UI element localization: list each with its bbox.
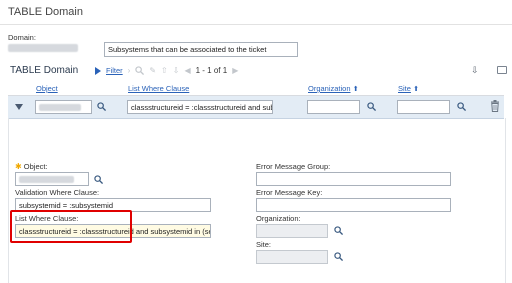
site-label: Site: bbox=[256, 240, 272, 249]
column-header-list-where[interactable]: List Where Clause bbox=[128, 84, 189, 93]
maximize-icon[interactable] bbox=[497, 66, 507, 74]
lookup-icon[interactable] bbox=[94, 175, 103, 184]
error-message-key-label: Error Message Key: bbox=[256, 188, 323, 197]
column-header-organization-cell[interactable]: Organization ⬆ bbox=[308, 84, 359, 93]
column-header-organization[interactable]: Organization bbox=[308, 84, 351, 93]
domain-description-field[interactable]: Subsystems that can be associated to the… bbox=[104, 42, 298, 57]
page-title: TABLE Domain bbox=[8, 6, 83, 18]
required-icon: ✱ bbox=[15, 162, 22, 171]
organization-field[interactable] bbox=[256, 224, 328, 238]
organization-label: Organization: bbox=[256, 214, 301, 223]
error-message-group-field[interactable] bbox=[256, 172, 451, 186]
domain-id-field bbox=[8, 44, 78, 52]
validation-where-label: Validation Where Clause: bbox=[15, 188, 100, 197]
row-site-field[interactable] bbox=[397, 100, 450, 114]
sort-icon[interactable]: ⬆ bbox=[413, 86, 419, 93]
previous-page-icon[interactable]: ◀ bbox=[184, 66, 190, 75]
lookup-icon[interactable] bbox=[97, 102, 106, 111]
table-toolbar: Filter › ✎ ⇧ ⇩ ◀ 1 - 1 of 1 ▶ bbox=[95, 66, 238, 75]
object-label-group: ✱ Object: bbox=[15, 162, 48, 171]
row-list-where-field[interactable]: classstructureid = :classstructureid and… bbox=[127, 100, 273, 114]
column-header-site[interactable]: Site bbox=[398, 84, 411, 93]
arrow-down-icon[interactable]: ⇩ bbox=[173, 66, 180, 75]
lookup-icon[interactable] bbox=[334, 252, 343, 261]
lookup-icon[interactable] bbox=[457, 102, 466, 111]
error-message-key-field[interactable] bbox=[256, 198, 451, 212]
column-header-site-cell[interactable]: Site ⬆ bbox=[398, 84, 419, 93]
error-message-group-label: Error Message Group: bbox=[256, 162, 331, 171]
object-value-redacted bbox=[39, 104, 81, 111]
lookup-icon[interactable] bbox=[367, 102, 376, 111]
find-icon[interactable] bbox=[135, 66, 145, 75]
section-title: TABLE Domain bbox=[10, 65, 79, 76]
filter-toggle-icon[interactable] bbox=[95, 66, 101, 75]
next-page-icon[interactable]: ▶ bbox=[232, 66, 238, 75]
object-label: Object: bbox=[23, 162, 48, 171]
delete-trash-icon[interactable] bbox=[490, 100, 500, 112]
table-header bbox=[8, 82, 504, 96]
header-divider bbox=[0, 24, 512, 25]
filter-link[interactable]: Filter bbox=[106, 66, 123, 75]
highlight-annotation bbox=[10, 210, 132, 243]
pagination-text: 1 - 1 of 1 bbox=[195, 66, 228, 75]
edit-pencil-icon[interactable]: ✎ bbox=[149, 66, 156, 75]
lookup-icon[interactable] bbox=[334, 226, 343, 235]
chevron-right-icon: › bbox=[127, 66, 131, 75]
row-expanded-icon[interactable] bbox=[15, 104, 23, 110]
object-value-redacted bbox=[19, 176, 74, 183]
row-organization-field[interactable] bbox=[307, 100, 360, 114]
sort-icon[interactable]: ⬆ bbox=[353, 86, 359, 93]
arrow-up-icon[interactable]: ⇧ bbox=[161, 66, 168, 75]
object-field[interactable] bbox=[15, 172, 89, 186]
column-header-object[interactable]: Object bbox=[36, 84, 58, 93]
row-object-field[interactable] bbox=[35, 100, 92, 114]
site-field[interactable] bbox=[256, 250, 328, 264]
download-icon[interactable]: ⇩ bbox=[471, 65, 479, 76]
domain-label: Domain: bbox=[8, 33, 36, 42]
